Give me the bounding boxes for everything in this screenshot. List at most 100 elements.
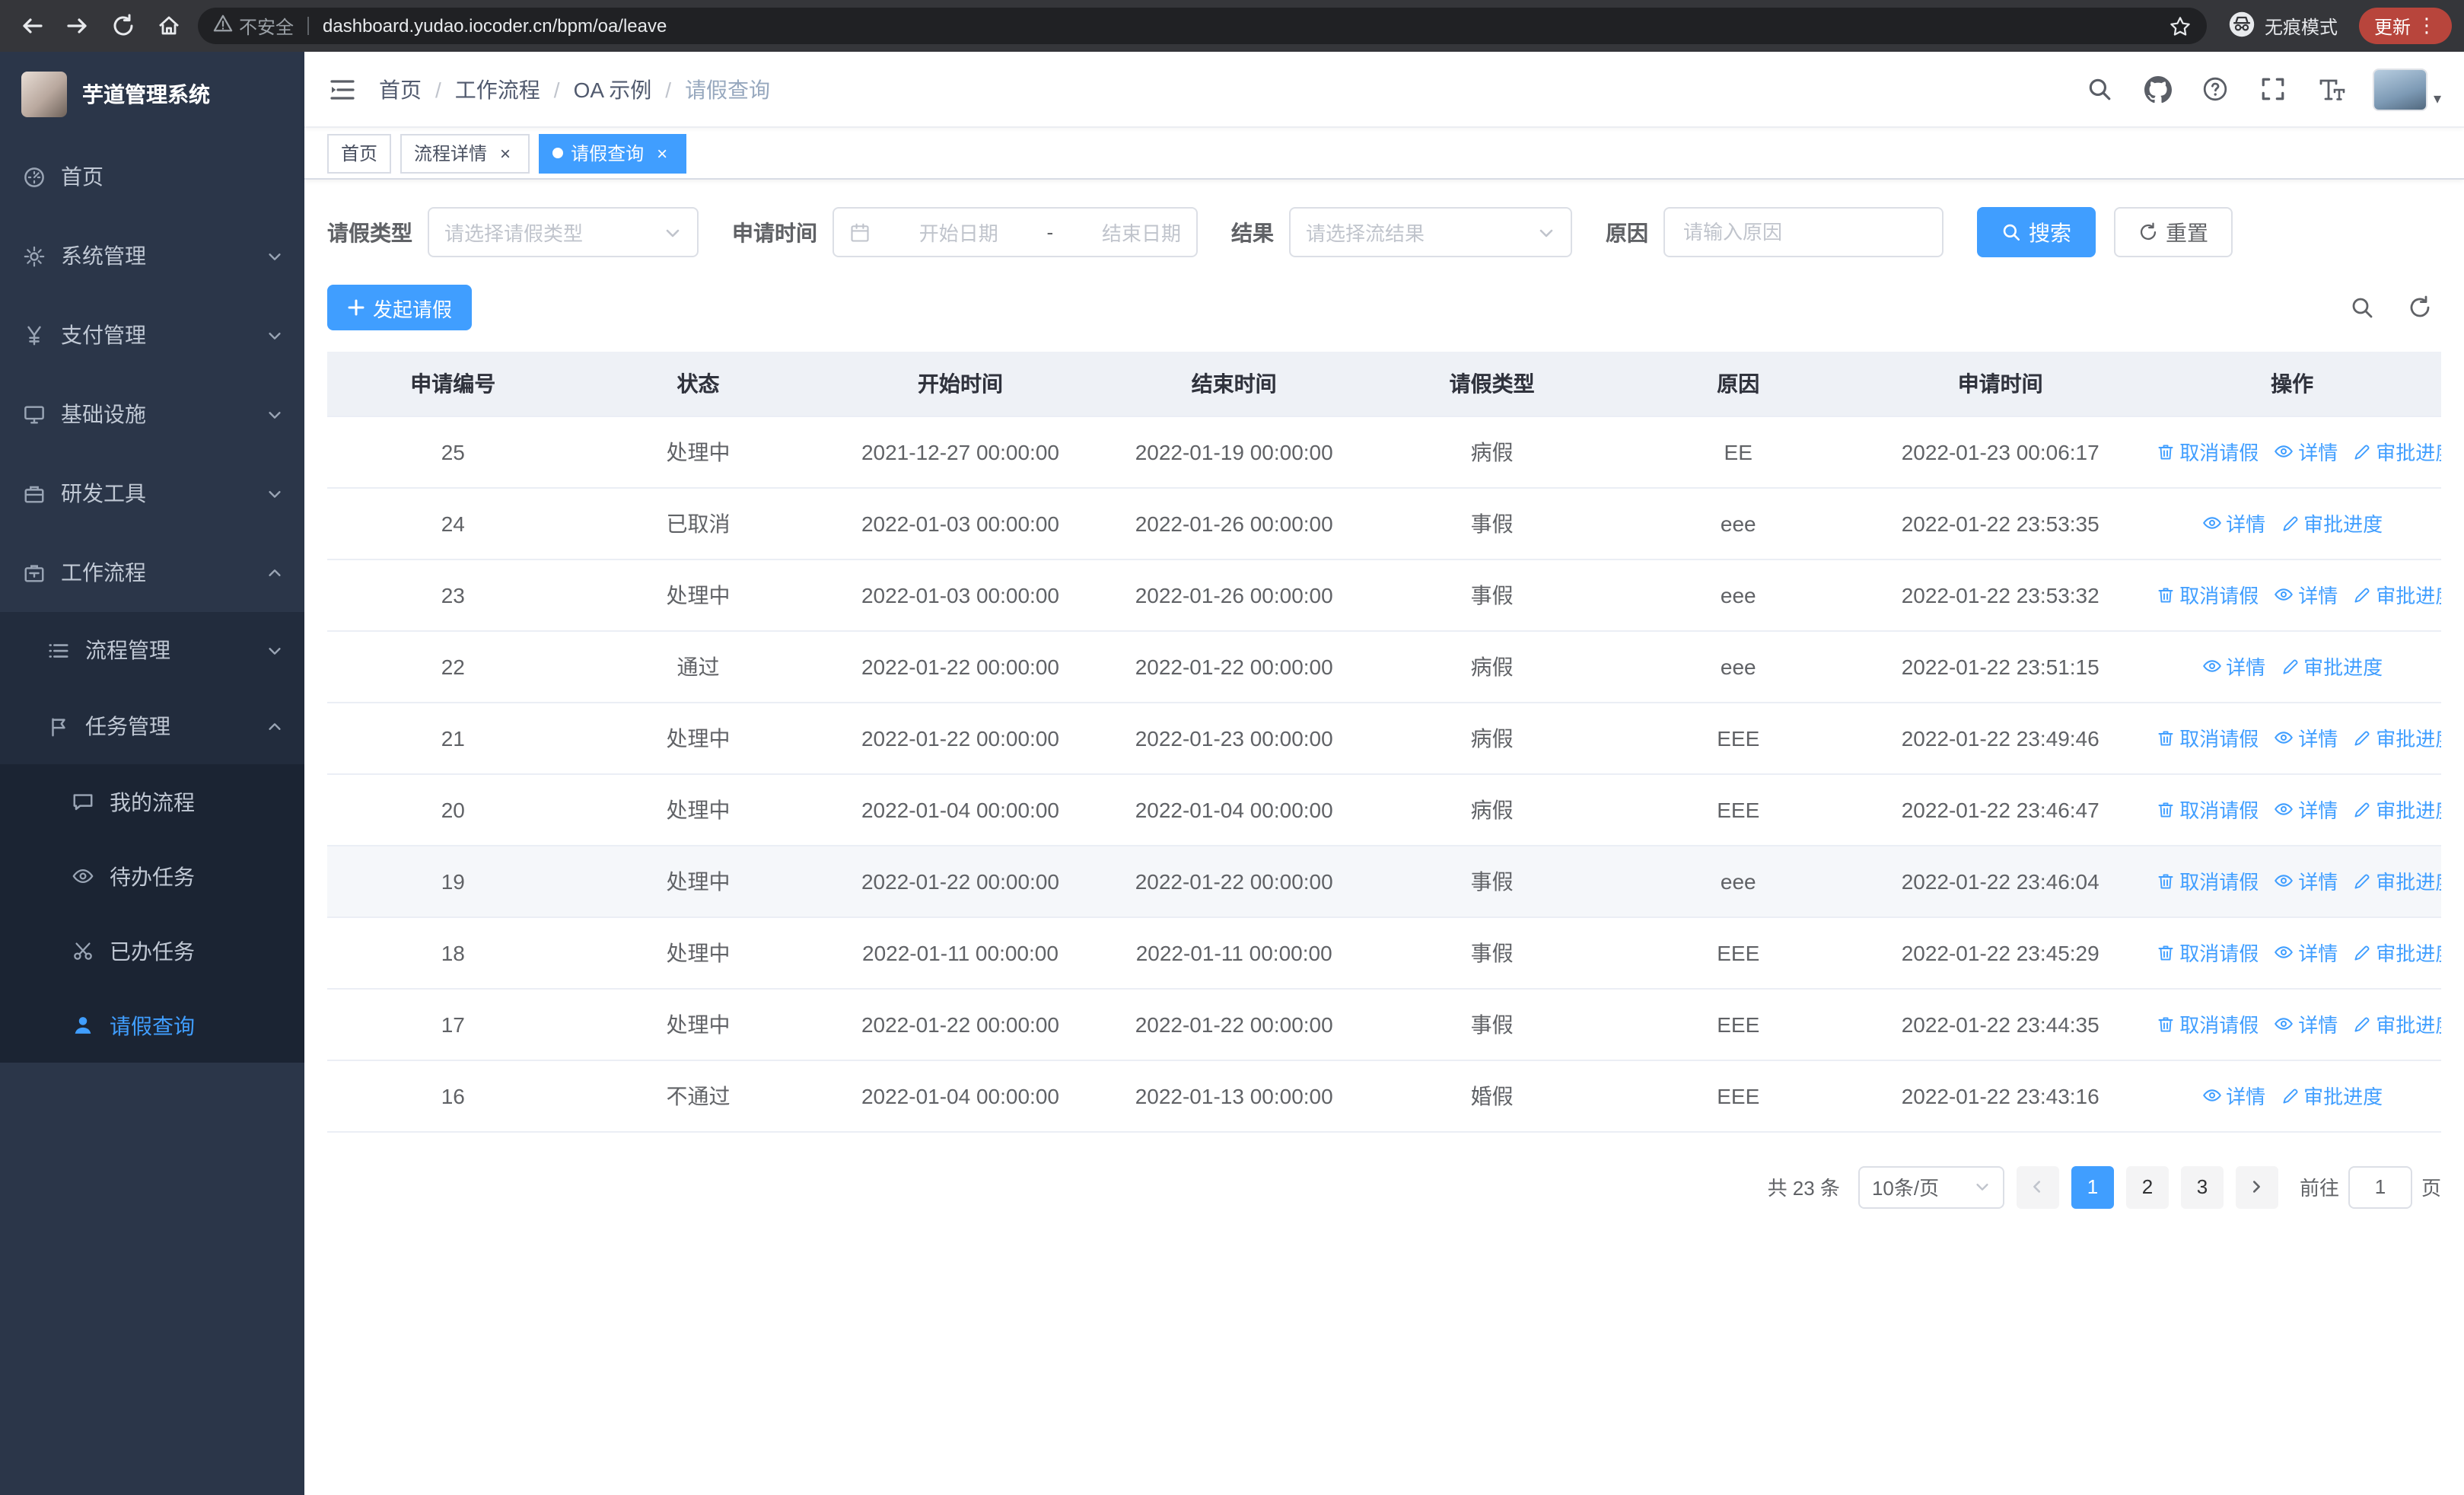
not-secure-warning[interactable]: 不安全 <box>213 13 294 39</box>
sidebar-item-home[interactable]: 首页 <box>0 137 304 216</box>
forward-icon[interactable] <box>58 6 97 46</box>
sidebar-item-infrastructure[interactable]: 基础设施 <box>0 375 304 454</box>
detail-link[interactable]: 详情 <box>2201 1081 2265 1110</box>
approval-progress-link[interactable]: 审批进度 <box>2281 1082 2383 1111</box>
user-menu[interactable]: ▾ <box>2372 68 2441 110</box>
cell-id: 18 <box>327 916 579 989</box>
prev-page-button[interactable] <box>2016 1165 2059 1208</box>
sidebar-item-leave-query[interactable]: 请假查询 <box>0 988 304 1063</box>
sidebar-item-workflow[interactable]: 工作流程 <box>0 533 304 612</box>
fullscreen-icon[interactable] <box>2248 63 2300 115</box>
sidebar-item-todo-tasks[interactable]: 待办任务 <box>0 839 304 913</box>
sidebar-item-label: 任务管理 <box>85 714 170 738</box>
sidebar-item-process-management[interactable]: 流程管理 <box>0 612 304 688</box>
approval-progress-link[interactable]: 审批进度 <box>2353 724 2441 753</box>
tab-process-detail[interactable]: 流程详情 <box>400 133 530 173</box>
github-icon[interactable] <box>2132 63 2184 115</box>
page-button-3[interactable]: 3 <box>2180 1165 2224 1208</box>
reset-button-label: 重置 <box>2166 220 2208 244</box>
cell-reason: EE <box>1619 416 1858 488</box>
approval-progress-link[interactable]: 审批进度 <box>2353 581 2441 610</box>
page-button-2[interactable]: 2 <box>2125 1165 2169 1208</box>
address-bar[interactable]: 不安全 dashboard.yudao.iocoder.cn/bpm/oa/le… <box>198 8 2207 44</box>
approval-progress-link[interactable]: 审批进度 <box>2353 867 2441 896</box>
fold-menu-icon[interactable] <box>327 74 358 104</box>
sidebar-item-label: 待办任务 <box>110 864 195 888</box>
sidebar-item-devtools[interactable]: 研发工具 <box>0 454 304 533</box>
breadcrumb-item[interactable]: 工作流程 <box>455 74 540 104</box>
page-size-select[interactable]: 10条/页 <box>1858 1165 2004 1208</box>
breadcrumb-item[interactable]: OA 示例 <box>574 74 652 104</box>
sidebar-item-system[interactable]: 系统管理 <box>0 216 304 295</box>
sidebar-item-done-tasks[interactable]: 已办任务 <box>0 913 304 988</box>
chevron-down-icon <box>266 406 283 422</box>
leave-type-select[interactable]: 请选择请假类型 <box>428 207 699 257</box>
detail-link[interactable]: 详情 <box>2274 938 2338 967</box>
sidebar-item-task-management[interactable]: 任务管理 <box>0 688 304 764</box>
cancel-leave-link[interactable]: 取消请假 <box>2157 581 2259 610</box>
detail-link[interactable]: 详情 <box>2201 652 2265 681</box>
cancel-leave-link[interactable]: 取消请假 <box>2157 939 2259 967</box>
tab-label: 请假查询 <box>571 143 645 164</box>
menu-dots-icon[interactable]: ⋮ <box>2417 14 2437 38</box>
approval-progress-link[interactable]: 审批进度 <box>2353 1010 2441 1039</box>
browser-toolbar: 不安全 dashboard.yudao.iocoder.cn/bpm/oa/le… <box>0 0 2464 52</box>
breadcrumb-separator: / <box>435 77 441 101</box>
detail-link[interactable]: 详情 <box>2274 795 2338 824</box>
table-row: 22 通过 2022-01-22 00:00:00 2022-01-22 00:00:… <box>327 630 2441 703</box>
detail-link[interactable]: 详情 <box>2274 580 2338 609</box>
search-button[interactable]: 搜索 <box>1977 207 2096 257</box>
tab-leave-query[interactable]: 请假查询 <box>539 133 687 173</box>
reason-input[interactable] <box>1680 219 1927 245</box>
next-page-button[interactable] <box>2235 1165 2278 1208</box>
detail-link[interactable]: 详情 <box>2201 508 2265 537</box>
back-icon[interactable] <box>12 6 52 46</box>
cell-end-time: 2022-01-19 00:00:00 <box>1103 416 1365 488</box>
cell-leave-type: 事假 <box>1364 487 1619 559</box>
page-button-1[interactable]: 1 <box>2071 1165 2114 1208</box>
toggle-search-icon[interactable] <box>2341 286 2383 329</box>
refresh-icon[interactable] <box>2399 286 2441 329</box>
cancel-leave-link[interactable]: 取消请假 <box>2157 724 2259 753</box>
detail-link[interactable]: 详情 <box>2274 723 2338 752</box>
tag-view-bar: 首页 流程详情 请假查询 <box>304 128 2464 180</box>
approval-progress-link[interactable]: 审批进度 <box>2353 438 2441 467</box>
help-icon[interactable] <box>2190 63 2242 115</box>
reset-button[interactable]: 重置 <box>2114 207 2233 257</box>
bookmark-star-icon[interactable] <box>2169 14 2192 37</box>
approval-progress-link[interactable]: 审批进度 <box>2353 939 2441 967</box>
search-icon[interactable] <box>2074 63 2126 115</box>
close-icon[interactable] <box>495 142 516 164</box>
goto-page-input[interactable] <box>2348 1165 2412 1208</box>
breadcrumb-separator: / <box>553 77 560 101</box>
create-leave-button[interactable]: 发起请假 <box>327 285 473 330</box>
approval-progress-link[interactable]: 审批进度 <box>2281 509 2383 538</box>
sidebar-item-label: 首页 <box>61 164 103 189</box>
home-icon[interactable] <box>149 6 189 46</box>
result-select[interactable]: 请选择流结果 <box>1289 207 1572 257</box>
approval-progress-link[interactable]: 审批进度 <box>2281 652 2383 681</box>
chevron-down-icon <box>266 327 283 343</box>
apply-time-range-picker[interactable]: 开始日期 - 结束日期 <box>832 207 1198 257</box>
approval-progress-link[interactable]: 审批进度 <box>2353 795 2441 824</box>
select-placeholder: 请选择流结果 <box>1306 222 1425 245</box>
tab-home[interactable]: 首页 <box>327 133 392 173</box>
update-button[interactable]: 更新 ⋮ <box>2358 8 2452 44</box>
detail-link[interactable]: 详情 <box>2274 866 2338 895</box>
sidebar-item-my-processes[interactable]: 我的流程 <box>0 764 304 839</box>
cancel-leave-link[interactable]: 取消请假 <box>2157 795 2259 824</box>
sidebar-item-payment[interactable]: 支付管理 <box>0 295 304 375</box>
close-icon[interactable] <box>651 142 673 164</box>
font-size-icon[interactable] <box>2306 63 2357 115</box>
reload-icon[interactable] <box>103 6 143 46</box>
sidebar-item-label: 研发工具 <box>61 481 146 505</box>
detail-link[interactable]: 详情 <box>2274 437 2338 466</box>
breadcrumb: 首页 / 工作流程 / OA 示例 / 请假查询 <box>379 74 2074 104</box>
breadcrumb-item[interactable]: 首页 <box>379 74 422 104</box>
cell-status: 处理中 <box>578 916 818 989</box>
sidebar-item-label: 我的流程 <box>110 789 195 814</box>
cancel-leave-link[interactable]: 取消请假 <box>2157 438 2259 467</box>
cancel-leave-link[interactable]: 取消请假 <box>2157 1010 2259 1039</box>
detail-link[interactable]: 详情 <box>2274 1009 2338 1038</box>
cancel-leave-link[interactable]: 取消请假 <box>2157 867 2259 896</box>
